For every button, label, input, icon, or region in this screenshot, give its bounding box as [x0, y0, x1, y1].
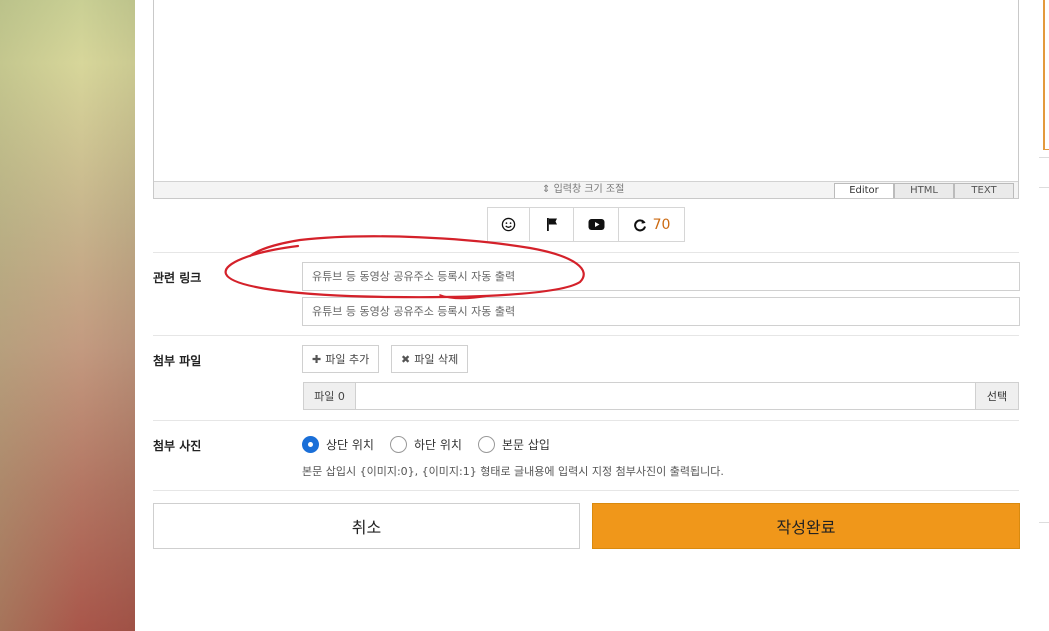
divider	[1039, 157, 1049, 158]
related-link-input-1[interactable]	[302, 262, 1020, 291]
divider	[153, 490, 1019, 491]
divider	[1039, 187, 1049, 188]
resize-label: 입력창 크기 조절	[553, 184, 625, 195]
radio-unchecked-icon	[477, 436, 495, 453]
insert-toolbar: 70	[487, 207, 685, 242]
smile-icon	[501, 217, 516, 232]
radio-inline[interactable]: 본문 삽입	[477, 436, 550, 453]
radio-top[interactable]: 상단 위치	[302, 436, 374, 453]
file-path-field[interactable]	[356, 383, 975, 409]
radio-bottom[interactable]: 하단 위치	[389, 436, 462, 453]
tab-html[interactable]: HTML	[894, 183, 954, 198]
plus-icon: ✚	[312, 352, 322, 366]
refresh-icon	[633, 218, 646, 231]
photo-label: 첨부 사진	[153, 439, 202, 453]
tab-text[interactable]: TEXT	[954, 183, 1014, 198]
cancel-button[interactable]: 취소	[153, 503, 580, 549]
divider	[153, 252, 1019, 253]
tab-editor[interactable]: Editor	[834, 183, 894, 198]
add-file-button[interactable]: ✚ 파일 추가	[302, 345, 380, 373]
delete-file-button[interactable]: ✖ 파일 삭제	[391, 345, 469, 373]
radio-inline-label: 본문 삽입	[501, 438, 550, 452]
photo-position-radio-group: 상단 위치 하단 위치 본문 삽입	[302, 436, 566, 453]
content-editor[interactable]: ⇕ 입력창 크기 조절 Editor HTML TEXT	[153, 0, 1019, 199]
attachments-label: 첨부 파일	[153, 354, 202, 368]
file-select-button[interactable]: 선택	[975, 383, 1018, 409]
close-icon: ✖	[401, 352, 411, 366]
resize-arrows-icon: ⇕	[542, 184, 551, 195]
right-sidebar-edge	[1035, 0, 1049, 631]
flag-icon	[546, 218, 557, 231]
editor-resize-handle[interactable]: ⇕ 입력창 크기 조절	[542, 183, 624, 197]
count-value: 70	[652, 216, 671, 233]
flag-button[interactable]	[530, 208, 574, 241]
related-link-input-2[interactable]	[302, 297, 1020, 326]
divider	[153, 335, 1019, 336]
divider	[1039, 522, 1049, 523]
refresh-button[interactable]: 70	[619, 208, 684, 241]
emoticon-button[interactable]	[488, 208, 530, 241]
radio-unchecked-icon	[389, 436, 407, 453]
radio-bottom-label: 하단 위치	[413, 438, 462, 452]
sidebar-accent-border	[1043, 0, 1049, 150]
file-input-row: 파일 0 선택	[303, 382, 1019, 410]
radio-top-label: 상단 위치	[326, 438, 374, 452]
submit-button[interactable]: 작성완료	[592, 503, 1020, 549]
youtube-button[interactable]	[574, 208, 619, 241]
editor-mode-tabs: Editor HTML TEXT	[834, 183, 1014, 198]
editor-status-bar: ⇕ 입력창 크기 조절 Editor HTML TEXT	[154, 181, 1018, 198]
photo-help-text: 본문 삽입시 {이미지:0}, {이미지:1} 형태로 글내용에 입력시 지정 …	[302, 465, 724, 478]
youtube-icon	[588, 219, 604, 230]
add-file-label: 파일 추가	[325, 353, 370, 366]
divider	[153, 420, 1019, 421]
radio-checked-icon	[302, 436, 319, 453]
file-index-label: 파일 0	[304, 383, 356, 409]
delete-file-label: 파일 삭제	[414, 353, 459, 366]
related-links-label: 관련 링크	[153, 271, 202, 285]
background-image	[0, 0, 135, 631]
